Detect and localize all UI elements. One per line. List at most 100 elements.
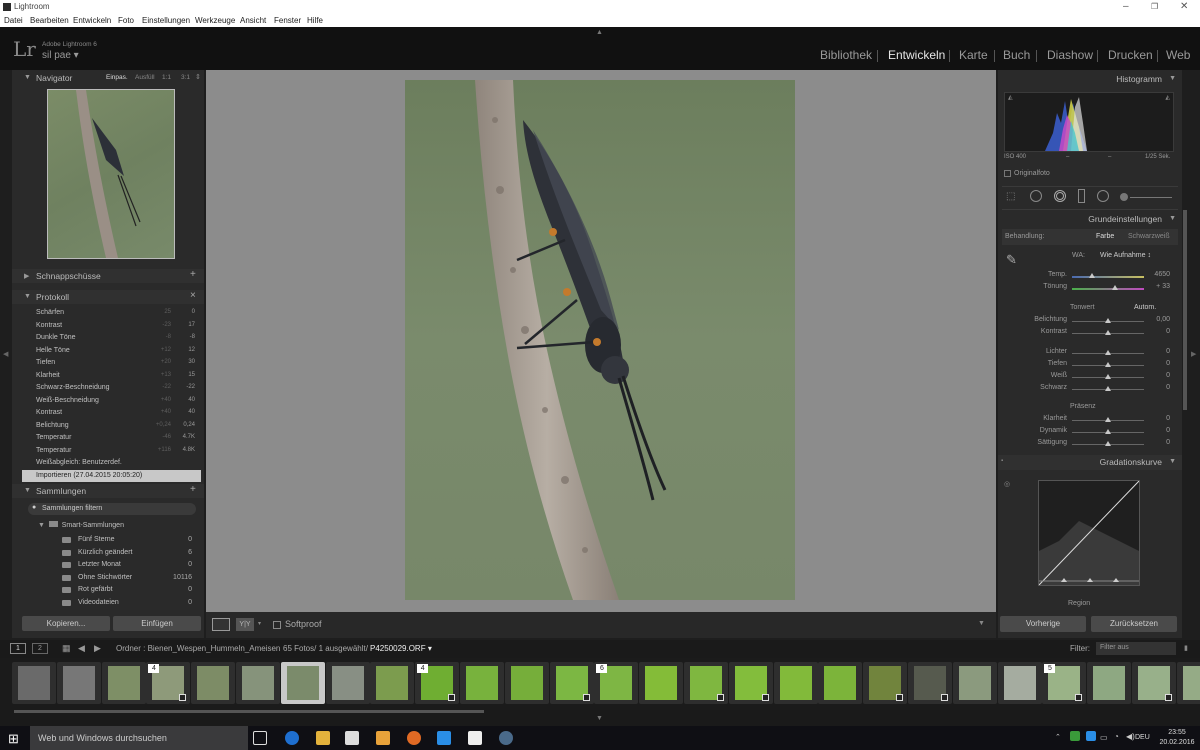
filmstrip-thumbnail[interactable]: [504, 662, 549, 704]
filter-lock-icon[interactable]: ▮: [1184, 644, 1188, 652]
stack-count-badge[interactable]: 5: [1044, 664, 1056, 673]
crop-icon[interactable]: ⬚: [1006, 191, 1015, 202]
main-photo[interactable]: [405, 80, 795, 600]
menu-ansicht[interactable]: Ansicht: [240, 16, 266, 25]
wb-select[interactable]: Wie Aufnahme ↕: [1100, 252, 1151, 259]
loupe-view-icon[interactable]: [212, 618, 230, 631]
history-step[interactable]: Weiß-Beschneidung +40 40: [22, 395, 201, 407]
filmstrip-thumbnail[interactable]: [952, 662, 997, 704]
tray-app-icon[interactable]: [1070, 731, 1080, 741]
dropbox-icon[interactable]: [437, 731, 451, 745]
shadow-clipping-icon[interactable]: ◭: [1008, 94, 1013, 101]
radial-filter-icon[interactable]: [1097, 190, 1109, 202]
module-web[interactable]: Web: [1166, 48, 1190, 62]
history-step[interactable]: Belichtung +0,24 0,24: [22, 420, 201, 432]
media-player-icon[interactable]: [376, 731, 390, 745]
firefox-icon[interactable]: [407, 731, 421, 745]
store-icon[interactable]: [345, 731, 359, 745]
filmstrip-thumbnail[interactable]: [684, 662, 728, 704]
battery-icon[interactable]: ▭: [1100, 733, 1108, 742]
filmstrip-thumbnail[interactable]: [101, 662, 146, 704]
menu-hilfe[interactable]: Hilfe: [307, 16, 323, 25]
history-step[interactable]: Schwarz-Beschneidung -22 -22: [22, 382, 201, 394]
tray-dropbox-icon[interactable]: [1086, 731, 1096, 741]
navigator-header[interactable]: ▼ Navigator Einpas. Ausfüll 1:1 3:1 ⇕: [12, 71, 204, 85]
menu-fenster[interactable]: Fenster: [274, 16, 301, 25]
filmstrip-thumbnail[interactable]: [1176, 662, 1200, 704]
white-balance-picker-icon[interactable]: ✎: [1006, 252, 1017, 268]
original-photo-checkbox[interactable]: [1004, 170, 1011, 177]
top-panel-toggle-icon[interactable]: ▲: [596, 29, 603, 36]
before-after-button[interactable]: Y|Y: [236, 618, 254, 631]
filmstrip-thumbnail[interactable]: [325, 662, 370, 704]
module-karte[interactable]: Karte: [959, 48, 988, 62]
spot-removal-icon[interactable]: [1030, 190, 1042, 202]
filmstrip-thumbnail[interactable]: [1087, 662, 1132, 704]
paste-settings-button[interactable]: Einfügen: [113, 616, 201, 631]
slider-sliders_tone2-0[interactable]: Lichter 0: [1002, 347, 1180, 359]
slider-sliders_presence-0[interactable]: Klarheit 0: [1002, 414, 1180, 426]
history-step[interactable]: Klarheit +13 15: [22, 370, 201, 382]
explorer-icon[interactable]: [316, 731, 330, 745]
minimize-icon[interactable]: –: [1123, 1, 1129, 12]
module-bibliothek[interactable]: Bibliothek: [820, 48, 872, 62]
curve-header[interactable]: ▪ Gradationskurve ▼: [998, 455, 1182, 470]
graduated-filter-icon[interactable]: [1078, 189, 1085, 203]
slider-sliders_presence-2[interactable]: Sättigung 0: [1002, 438, 1180, 450]
slider-sliders_presence-1[interactable]: Dynamik 0: [1002, 426, 1180, 438]
add-snapshot-icon[interactable]: +: [190, 269, 196, 280]
forward-icon[interactable]: ▶: [94, 643, 101, 654]
filmstrip-thumbnail[interactable]: [370, 662, 415, 704]
stack-count-badge[interactable]: 6: [596, 664, 608, 673]
brush-icon[interactable]: [1120, 193, 1128, 201]
filmstrip-thumbnail[interactable]: [280, 662, 325, 704]
curve-target-icon[interactable]: ◎: [1004, 480, 1010, 488]
menu-werkzeuge[interactable]: Werkzeuge: [195, 16, 235, 25]
folder-path[interactable]: Ordner : Bienen_Wespen_Hummeln_Ameisen: [116, 644, 280, 653]
slider-sliders_tone2-3[interactable]: Schwarz 0: [1002, 383, 1180, 395]
zoom-1-1[interactable]: 1:1: [162, 74, 171, 81]
smart-collections-group[interactable]: ▼ Smart-Sammlungen: [38, 521, 124, 529]
treatment-color[interactable]: Farbe: [1096, 233, 1114, 240]
navigator-preview[interactable]: [47, 89, 175, 259]
tone-curve[interactable]: [1038, 480, 1140, 586]
network-icon[interactable]: ◔: [1114, 732, 1119, 741]
edge-icon[interactable]: [285, 731, 299, 745]
windows-start-icon[interactable]: ⊞: [8, 731, 19, 747]
history-step[interactable]: Kontrast +40 40: [22, 407, 201, 419]
auto-tone-button[interactable]: Autom.: [1134, 304, 1156, 311]
close-icon[interactable]: ✕: [1180, 1, 1188, 12]
stack-count-badge[interactable]: 4: [417, 664, 429, 673]
filmstrip-thumbnail[interactable]: [818, 662, 863, 704]
smart-collection-item[interactable]: Ohne Stichwörter 10116: [22, 572, 201, 584]
filmstrip-thumbnail[interactable]: [1132, 662, 1176, 704]
grid-view-icon[interactable]: ▦: [62, 643, 71, 654]
second-window-button[interactable]: 2: [32, 643, 48, 654]
filmstrip-thumbnail[interactable]: [908, 662, 952, 704]
history-header[interactable]: ▼ Protokoll ×: [12, 290, 204, 304]
history-step[interactable]: Tiefen +20 30: [22, 357, 201, 369]
highlight-clipping-icon[interactable]: ◭: [1165, 94, 1170, 101]
document-icon[interactable]: [468, 731, 482, 745]
chevron-down-icon[interactable]: ▾: [258, 620, 261, 627]
filmstrip-thumbnail[interactable]: [549, 662, 594, 704]
clock[interactable]: 23:55 20.02.2016: [1158, 728, 1196, 748]
language-indicator[interactable]: DEU: [1135, 734, 1150, 741]
user-name[interactable]: sil pae ▾: [42, 50, 79, 61]
selected-file[interactable]: P4250029.ORF ▾: [370, 644, 432, 653]
history-step[interactable]: Temperatur -46 4.7K: [22, 432, 201, 444]
filter-select[interactable]: Filter aus: [1096, 642, 1176, 655]
histogram[interactable]: ◭ ◭: [1004, 92, 1174, 152]
history-step[interactable]: Schärfen 25 0: [22, 307, 201, 319]
task-view-icon[interactable]: [253, 731, 267, 745]
history-step[interactable]: Weißabgleich: Benutzerdef.: [22, 457, 201, 469]
snapshots-header[interactable]: ▶ Schnappschüsse +: [12, 269, 204, 283]
history-step[interactable]: Dunkle Töne -8 -8: [22, 332, 201, 344]
history-step[interactable]: Kontrast -23 17: [22, 320, 201, 332]
filmstrip-thumbnail[interactable]: 4: [146, 662, 191, 704]
copy-settings-button[interactable]: Kopieren...: [22, 616, 110, 631]
back-icon[interactable]: ◀: [78, 643, 85, 654]
smart-collection-item[interactable]: Letzter Monat 0: [22, 559, 201, 571]
bottom-panel-toggle-icon[interactable]: ▼: [596, 715, 603, 722]
filmstrip-thumbnail[interactable]: [12, 662, 56, 704]
